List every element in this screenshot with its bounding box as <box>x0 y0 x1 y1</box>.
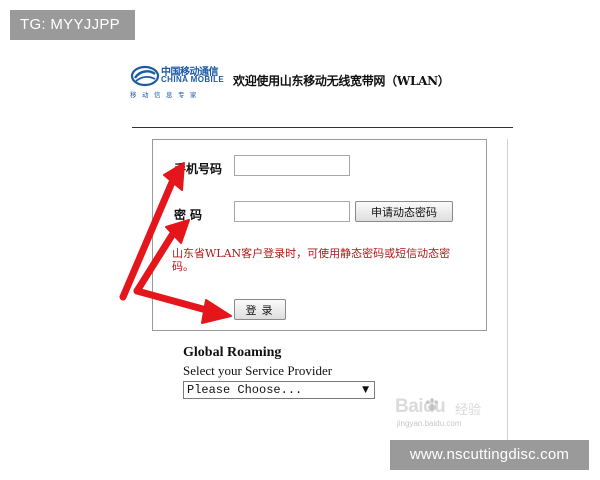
screenshot-canvas: TG: MYYJJPP 中国移动通信 CHINA MOBILE 移动信息专家 欢… <box>0 0 600 480</box>
china-mobile-logo-icon <box>130 65 160 87</box>
page-title: 欢迎使用山东移动无线宽带网（WLAN） <box>233 74 450 88</box>
logo-slogan: 移动信息专家 <box>130 91 202 99</box>
login-notice: 山东省WLAN客户登录时，可使用静态密码或短信动态密码。 <box>172 247 451 273</box>
service-provider-select[interactable]: Please Choose... ▼ <box>183 381 375 399</box>
dropdown-caret-icon: ▼ <box>362 385 369 395</box>
site-url-tag: www.nscuttingdisc.com <box>390 440 589 470</box>
baidu-watermark-url: jingyan.baidu.com <box>397 419 462 428</box>
china-mobile-logo: 中国移动通信 CHINA MOBILE 移动信息专家 <box>130 62 226 100</box>
roaming-title: Global Roaming <box>183 345 282 360</box>
request-dynamic-password-button[interactable]: 申请动态密码 <box>355 201 453 222</box>
tg-watermark-tag: TG: MYYJJPP <box>10 10 135 40</box>
login-button[interactable]: 登录 <box>234 299 286 320</box>
side-divider <box>507 139 508 449</box>
phone-label: 手机号码 <box>174 162 223 176</box>
service-provider-selected: Please Choose... <box>187 383 303 397</box>
header-divider <box>132 127 513 128</box>
baidu-paw-icon <box>426 398 438 411</box>
phone-input[interactable] <box>234 155 350 176</box>
logo-english-name: CHINA MOBILE <box>161 75 225 84</box>
baidu-watermark-cn: 经验 <box>455 403 482 418</box>
password-input[interactable] <box>234 201 350 222</box>
password-label: 密码 <box>174 208 207 222</box>
roaming-subtitle: Select your Service Provider <box>183 363 333 378</box>
